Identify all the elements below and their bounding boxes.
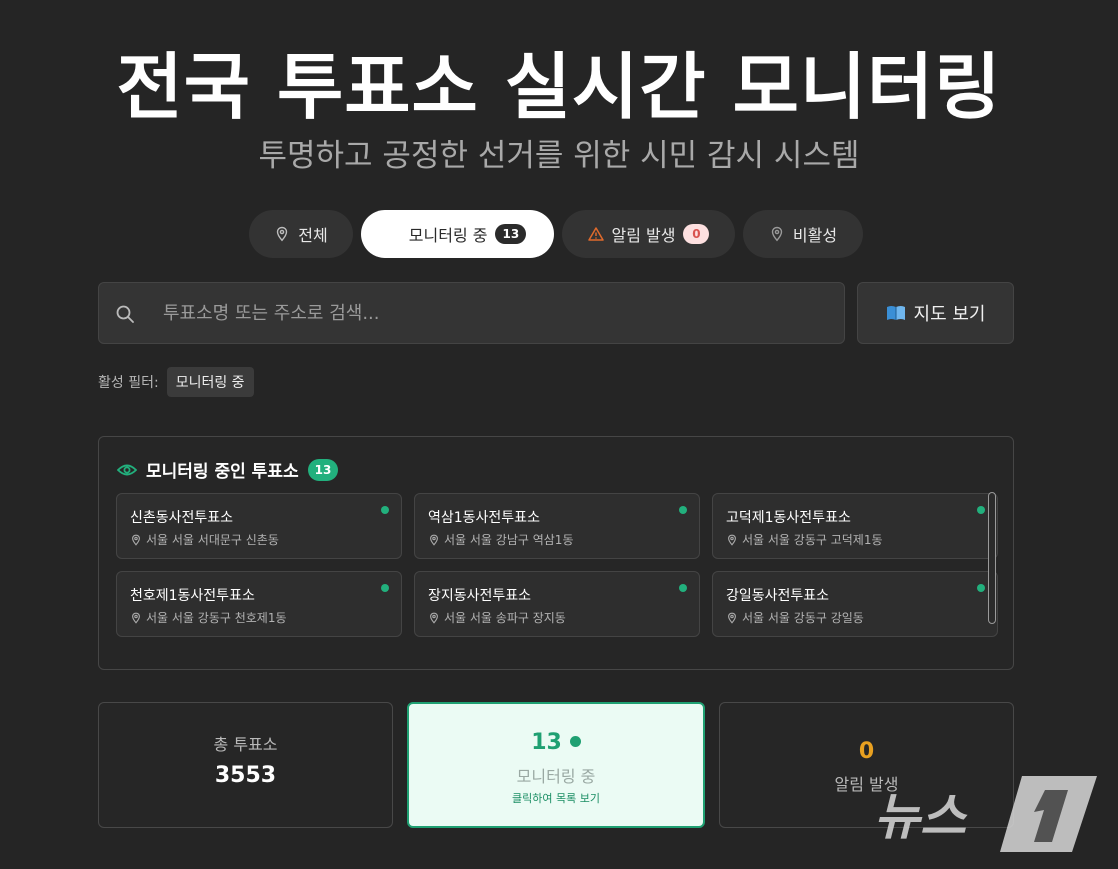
station-name: 장지동사전투표소 [428,588,532,604]
monitoring-count-card[interactable]: 13 모니터링 중 클릭하여 목록 보기 [407,702,705,828]
station-grid: 신촌동사전투표소 서울 서울 서대문구 신촌동 역삼1동사전투표소 서울 서울 … [116,493,998,638]
map-pin-icon [728,534,736,546]
map-pin-icon [132,534,140,546]
map-pin-icon [771,226,783,242]
tab-all-label: 전체 [298,226,328,245]
status-dot [381,584,389,592]
search-input[interactable] [163,283,823,343]
status-dot [381,506,389,514]
filter-tabs: 전체 모니터링 중 13 알림 발생 0 비활성 [0,210,1118,258]
tab-all[interactable]: 전체 [249,210,353,258]
station-address-row: 서울 서울 송파구 장지동 [428,609,566,626]
station-address: 서울 서울 강동구 고덕제1동 [742,533,883,547]
map-pin-icon [132,612,140,624]
panel-title: 모니터링 중인 투표소 [146,462,299,482]
news1-watermark-logo: 뉴스 [874,776,1097,852]
page-title: 전국 투표소 실시간 모니터링 [116,45,1002,129]
map-view-button[interactable]: 지도 보기 [857,282,1014,344]
active-filters-label: 활성 필터: [98,375,159,391]
monitoring-count-row: 13 [409,730,703,755]
total-stations-value: 3553 [214,763,277,788]
page-subtitle: 투명하고 공정한 선거를 위한 시민 감시 시스템 [258,138,860,174]
monitoring-count-label: 모니터링 중 [516,767,596,786]
station-card[interactable]: 장지동사전투표소 서울 서울 송파구 장지동 [414,571,700,637]
filter-chip[interactable]: 모니터링 중 [166,367,254,397]
map-icon [886,306,905,320]
station-address-row: 서울 서울 강남구 역삼1동 [428,531,573,548]
tab-inactive[interactable]: 비활성 [743,210,863,258]
status-dot [569,736,581,747]
warning-icon [587,227,604,241]
map-pin-icon [430,534,438,546]
status-dot [977,506,985,514]
map-pin-icon [277,226,288,242]
panel-count-badge: 13 [307,458,339,481]
station-address: 서울 서울 서대문구 신촌동 [146,533,279,547]
panel-header: 모니터링 중인 투표소 13 [117,457,339,482]
station-list-scrollbar[interactable] [988,492,996,624]
station-card[interactable]: 강일동사전투표소 서울 서울 강동구 강일동 [712,571,998,637]
search-box [98,282,845,344]
total-stations-label: 총 투표소 [213,735,278,754]
station-name: 고덕제1동사전투표소 [726,510,851,526]
tab-alerts[interactable]: 알림 발생 0 [562,210,735,258]
tab-monitoring-badge: 13 [495,224,527,244]
alerts-count-value: 0 [858,739,875,764]
station-address-row: 서울 서울 강동구 강일동 [726,609,864,626]
station-address: 서울 서울 강동구 강일동 [742,611,864,625]
tab-alerts-label: 알림 발생 [611,226,676,245]
search-icon [116,305,134,323]
station-name: 강일동사전투표소 [726,588,830,604]
station-card[interactable]: 역삼1동사전투표소 서울 서울 강남구 역삼1동 [414,493,700,559]
station-address-row: 서울 서울 강동구 고덕제1동 [726,531,883,548]
station-address: 서울 서울 송파구 장지동 [444,611,566,625]
station-name: 천호제1동사전투표소 [130,588,255,604]
status-dot [679,506,687,514]
station-name: 신촌동사전투표소 [130,510,234,526]
svg-text:뉴스: 뉴스 [874,788,968,846]
station-name: 역삼1동사전투표소 [428,510,540,526]
map-view-label: 지도 보기 [913,304,986,325]
active-filters: 활성 필터: 모니터링 중 [98,367,254,397]
status-dot [679,584,687,592]
tab-monitoring-label: 모니터링 중 [408,226,488,245]
station-card[interactable]: 고덕제1동사전투표소 서울 서울 강동구 고덕제1동 [712,493,998,559]
station-address: 서울 서울 강동구 천호제1동 [146,611,287,625]
station-card[interactable]: 신촌동사전투표소 서울 서울 서대문구 신촌동 [116,493,402,559]
monitoring-count-hint: 클릭하여 목록 보기 [512,792,600,805]
monitoring-count-value: 13 [531,730,562,755]
total-stations-card: 총 투표소 3553 [98,702,393,828]
station-address-row: 서울 서울 서대문구 신촌동 [130,531,279,548]
station-address: 서울 서울 강남구 역삼1동 [444,533,574,547]
tab-monitoring[interactable]: 모니터링 중 13 [361,210,554,258]
map-pin-icon [430,612,438,624]
monitoring-panel: 모니터링 중인 투표소 13 신촌동사전투표소 서울 서울 서대문구 신촌동 역… [98,436,1014,670]
status-dot [977,584,985,592]
tab-inactive-label: 비활성 [792,226,838,245]
eye-icon [117,464,137,475]
station-address-row: 서울 서울 강동구 천호제1동 [130,609,287,626]
map-pin-icon [728,612,736,624]
tab-alerts-badge: 0 [683,224,710,244]
station-card[interactable]: 천호제1동사전투표소 서울 서울 강동구 천호제1동 [116,571,402,637]
